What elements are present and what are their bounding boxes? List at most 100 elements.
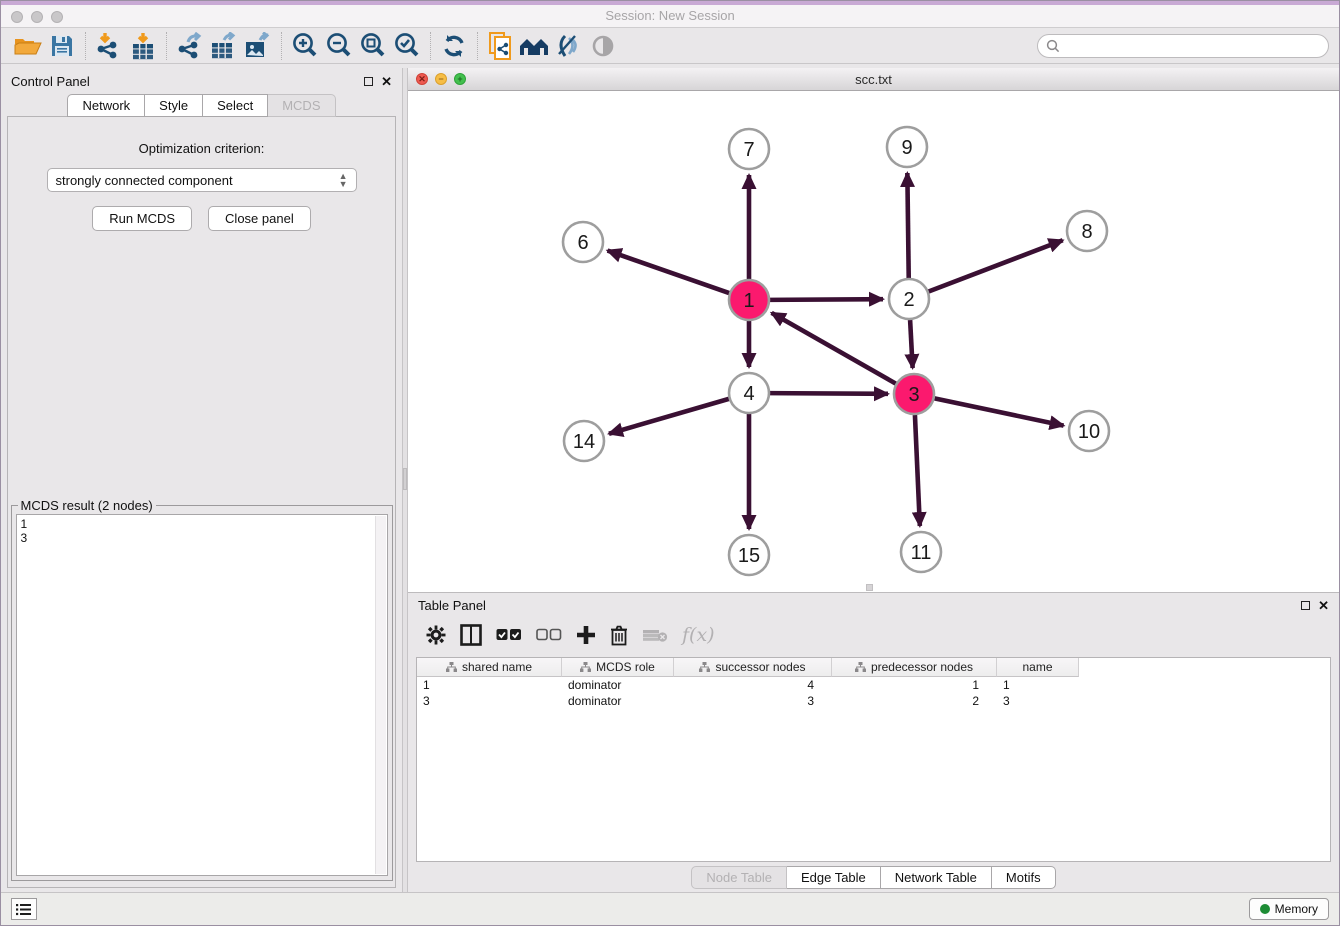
- tab-network[interactable]: Network: [67, 94, 145, 117]
- table-row[interactable]: 3dominator323: [417, 693, 1330, 709]
- zoom-in-icon[interactable]: [288, 31, 322, 61]
- graph-edge-4-14[interactable]: [609, 399, 729, 434]
- graph-node-15[interactable]: 15: [729, 535, 769, 575]
- graph-edge-2-9[interactable]: [907, 173, 908, 278]
- column-header-label: MCDS role: [596, 660, 655, 674]
- show-graphics-details-icon[interactable]: [586, 31, 620, 61]
- table-cell: dominator: [562, 693, 674, 709]
- tab-motifs[interactable]: Motifs: [992, 866, 1056, 889]
- node-table-body: 1dominator4113dominator323: [417, 677, 1330, 709]
- graph-edge-2-8[interactable]: [929, 240, 1063, 291]
- column-header[interactable]: shared name: [417, 658, 562, 677]
- close-window-icon[interactable]: [11, 11, 23, 23]
- graph-edge-2-3[interactable]: [910, 320, 913, 368]
- table-settings-icon[interactable]: [426, 625, 446, 645]
- search-box[interactable]: [1037, 34, 1329, 58]
- graph-edge-4-3[interactable]: [770, 393, 888, 394]
- graph-node-3[interactable]: 3: [894, 374, 934, 414]
- column-header[interactable]: name: [997, 658, 1079, 677]
- tab-mcds[interactable]: MCDS: [268, 94, 335, 117]
- close-panel-button[interactable]: Close panel: [208, 206, 311, 231]
- add-row-icon[interactable]: [576, 625, 596, 645]
- tab-select[interactable]: Select: [203, 94, 268, 117]
- graph-edge-3-10[interactable]: [935, 398, 1064, 425]
- float-panel-icon[interactable]: [364, 77, 373, 86]
- titlebar: Session: New Session: [1, 1, 1339, 28]
- zoom-fit-icon[interactable]: [356, 31, 390, 61]
- float-table-panel-icon[interactable]: [1301, 601, 1310, 610]
- graph-node-6[interactable]: 6: [563, 222, 603, 262]
- table-cell: 4: [674, 677, 832, 693]
- delete-row-icon[interactable]: [610, 625, 628, 646]
- network-close-icon[interactable]: ✕: [416, 73, 428, 85]
- graph-node-9[interactable]: 9: [887, 127, 927, 167]
- minimize-window-icon[interactable]: [31, 11, 43, 23]
- task-history-button[interactable]: [11, 898, 37, 920]
- graph-node-11[interactable]: 11: [901, 532, 941, 572]
- delete-table-icon: [642, 627, 668, 643]
- close-table-panel-icon[interactable]: ✕: [1318, 601, 1329, 610]
- graph-node-4[interactable]: 4: [729, 373, 769, 413]
- window-controls[interactable]: [11, 11, 63, 23]
- network-window: ✕ − + scc.txt 7 9 6 8 1 2 4 3 14 10 15 11: [408, 68, 1339, 593]
- graph-edge-3-1[interactable]: [772, 313, 896, 384]
- canvas-scroll-handle[interactable]: [866, 584, 873, 591]
- save-session-icon[interactable]: [45, 31, 79, 61]
- graph-node-14[interactable]: 14: [564, 421, 604, 461]
- graph-node-7[interactable]: 7: [729, 129, 769, 169]
- hide-selection-icon[interactable]: [552, 31, 586, 61]
- import-table-icon[interactable]: [126, 31, 160, 61]
- graph-node-label: 9: [901, 137, 912, 159]
- graph-node-8[interactable]: 8: [1067, 211, 1107, 251]
- column-layout-icon[interactable]: [460, 624, 482, 646]
- network-minimize-icon[interactable]: −: [435, 73, 447, 85]
- network-maximize-icon[interactable]: +: [454, 73, 466, 85]
- export-network-icon[interactable]: [173, 31, 207, 61]
- tab-edge-table[interactable]: Edge Table: [787, 866, 881, 889]
- network-graph[interactable]: 7 9 6 8 1 2 4 3 14 10 15 11: [408, 91, 1337, 591]
- mcds-result-text[interactable]: 1 3: [16, 514, 388, 876]
- column-header[interactable]: successor nodes: [674, 658, 832, 677]
- graph-edge-1-6[interactable]: [608, 251, 730, 293]
- deselect-all-icon[interactable]: [536, 628, 562, 642]
- new-network-from-selection-icon[interactable]: [484, 31, 518, 61]
- tab-network-table[interactable]: Network Table: [881, 866, 992, 889]
- search-input[interactable]: [1064, 38, 1320, 53]
- graph-edge-3-11[interactable]: [915, 415, 920, 526]
- memory-button[interactable]: Memory: [1249, 898, 1329, 920]
- memory-label: Memory: [1275, 902, 1318, 916]
- select-all-icon[interactable]: [496, 628, 522, 642]
- column-header[interactable]: predecessor nodes: [832, 658, 997, 677]
- node-table[interactable]: shared name MCDS role successor nodesprede…: [416, 657, 1331, 862]
- chevron-updown-icon: ▲▼: [339, 172, 348, 188]
- import-network-icon[interactable]: [92, 31, 126, 61]
- graph-node-label: 7: [743, 139, 754, 161]
- criterion-dropdown[interactable]: strongly connected component ▲▼: [47, 168, 357, 192]
- status-bar: Memory: [1, 892, 1339, 925]
- graph-node-1[interactable]: 1: [729, 280, 769, 320]
- zoom-out-icon[interactable]: [322, 31, 356, 61]
- maximize-window-icon[interactable]: [51, 11, 63, 23]
- table-cell: 1: [832, 677, 997, 693]
- run-mcds-button[interactable]: Run MCDS: [92, 206, 192, 231]
- export-image-icon[interactable]: [241, 31, 275, 61]
- close-panel-icon[interactable]: ✕: [381, 77, 392, 86]
- zoom-selected-icon[interactable]: [390, 31, 424, 61]
- graph-edge-1-2[interactable]: [770, 299, 883, 300]
- network-canvas[interactable]: 7 9 6 8 1 2 4 3 14 10 15 11: [408, 91, 1339, 592]
- table-row[interactable]: 1dominator411: [417, 677, 1330, 693]
- control-panel-title: Control Panel: [11, 74, 90, 89]
- graph-node-2[interactable]: 2: [889, 279, 929, 319]
- tab-node-table[interactable]: Node Table: [691, 866, 787, 889]
- export-table-icon[interactable]: [207, 31, 241, 61]
- network-window-titlebar[interactable]: ✕ − + scc.txt: [408, 68, 1339, 91]
- column-header[interactable]: MCDS role: [562, 658, 674, 677]
- search-icon: [1046, 39, 1060, 53]
- tab-style[interactable]: Style: [145, 94, 203, 117]
- result-scrollbar[interactable]: [375, 516, 386, 874]
- graph-node-label: 10: [1078, 421, 1100, 443]
- refresh-view-icon[interactable]: [437, 31, 471, 61]
- first-neighbors-icon[interactable]: [518, 31, 552, 61]
- graph-node-10[interactable]: 10: [1069, 411, 1109, 451]
- open-session-icon[interactable]: [11, 31, 45, 61]
